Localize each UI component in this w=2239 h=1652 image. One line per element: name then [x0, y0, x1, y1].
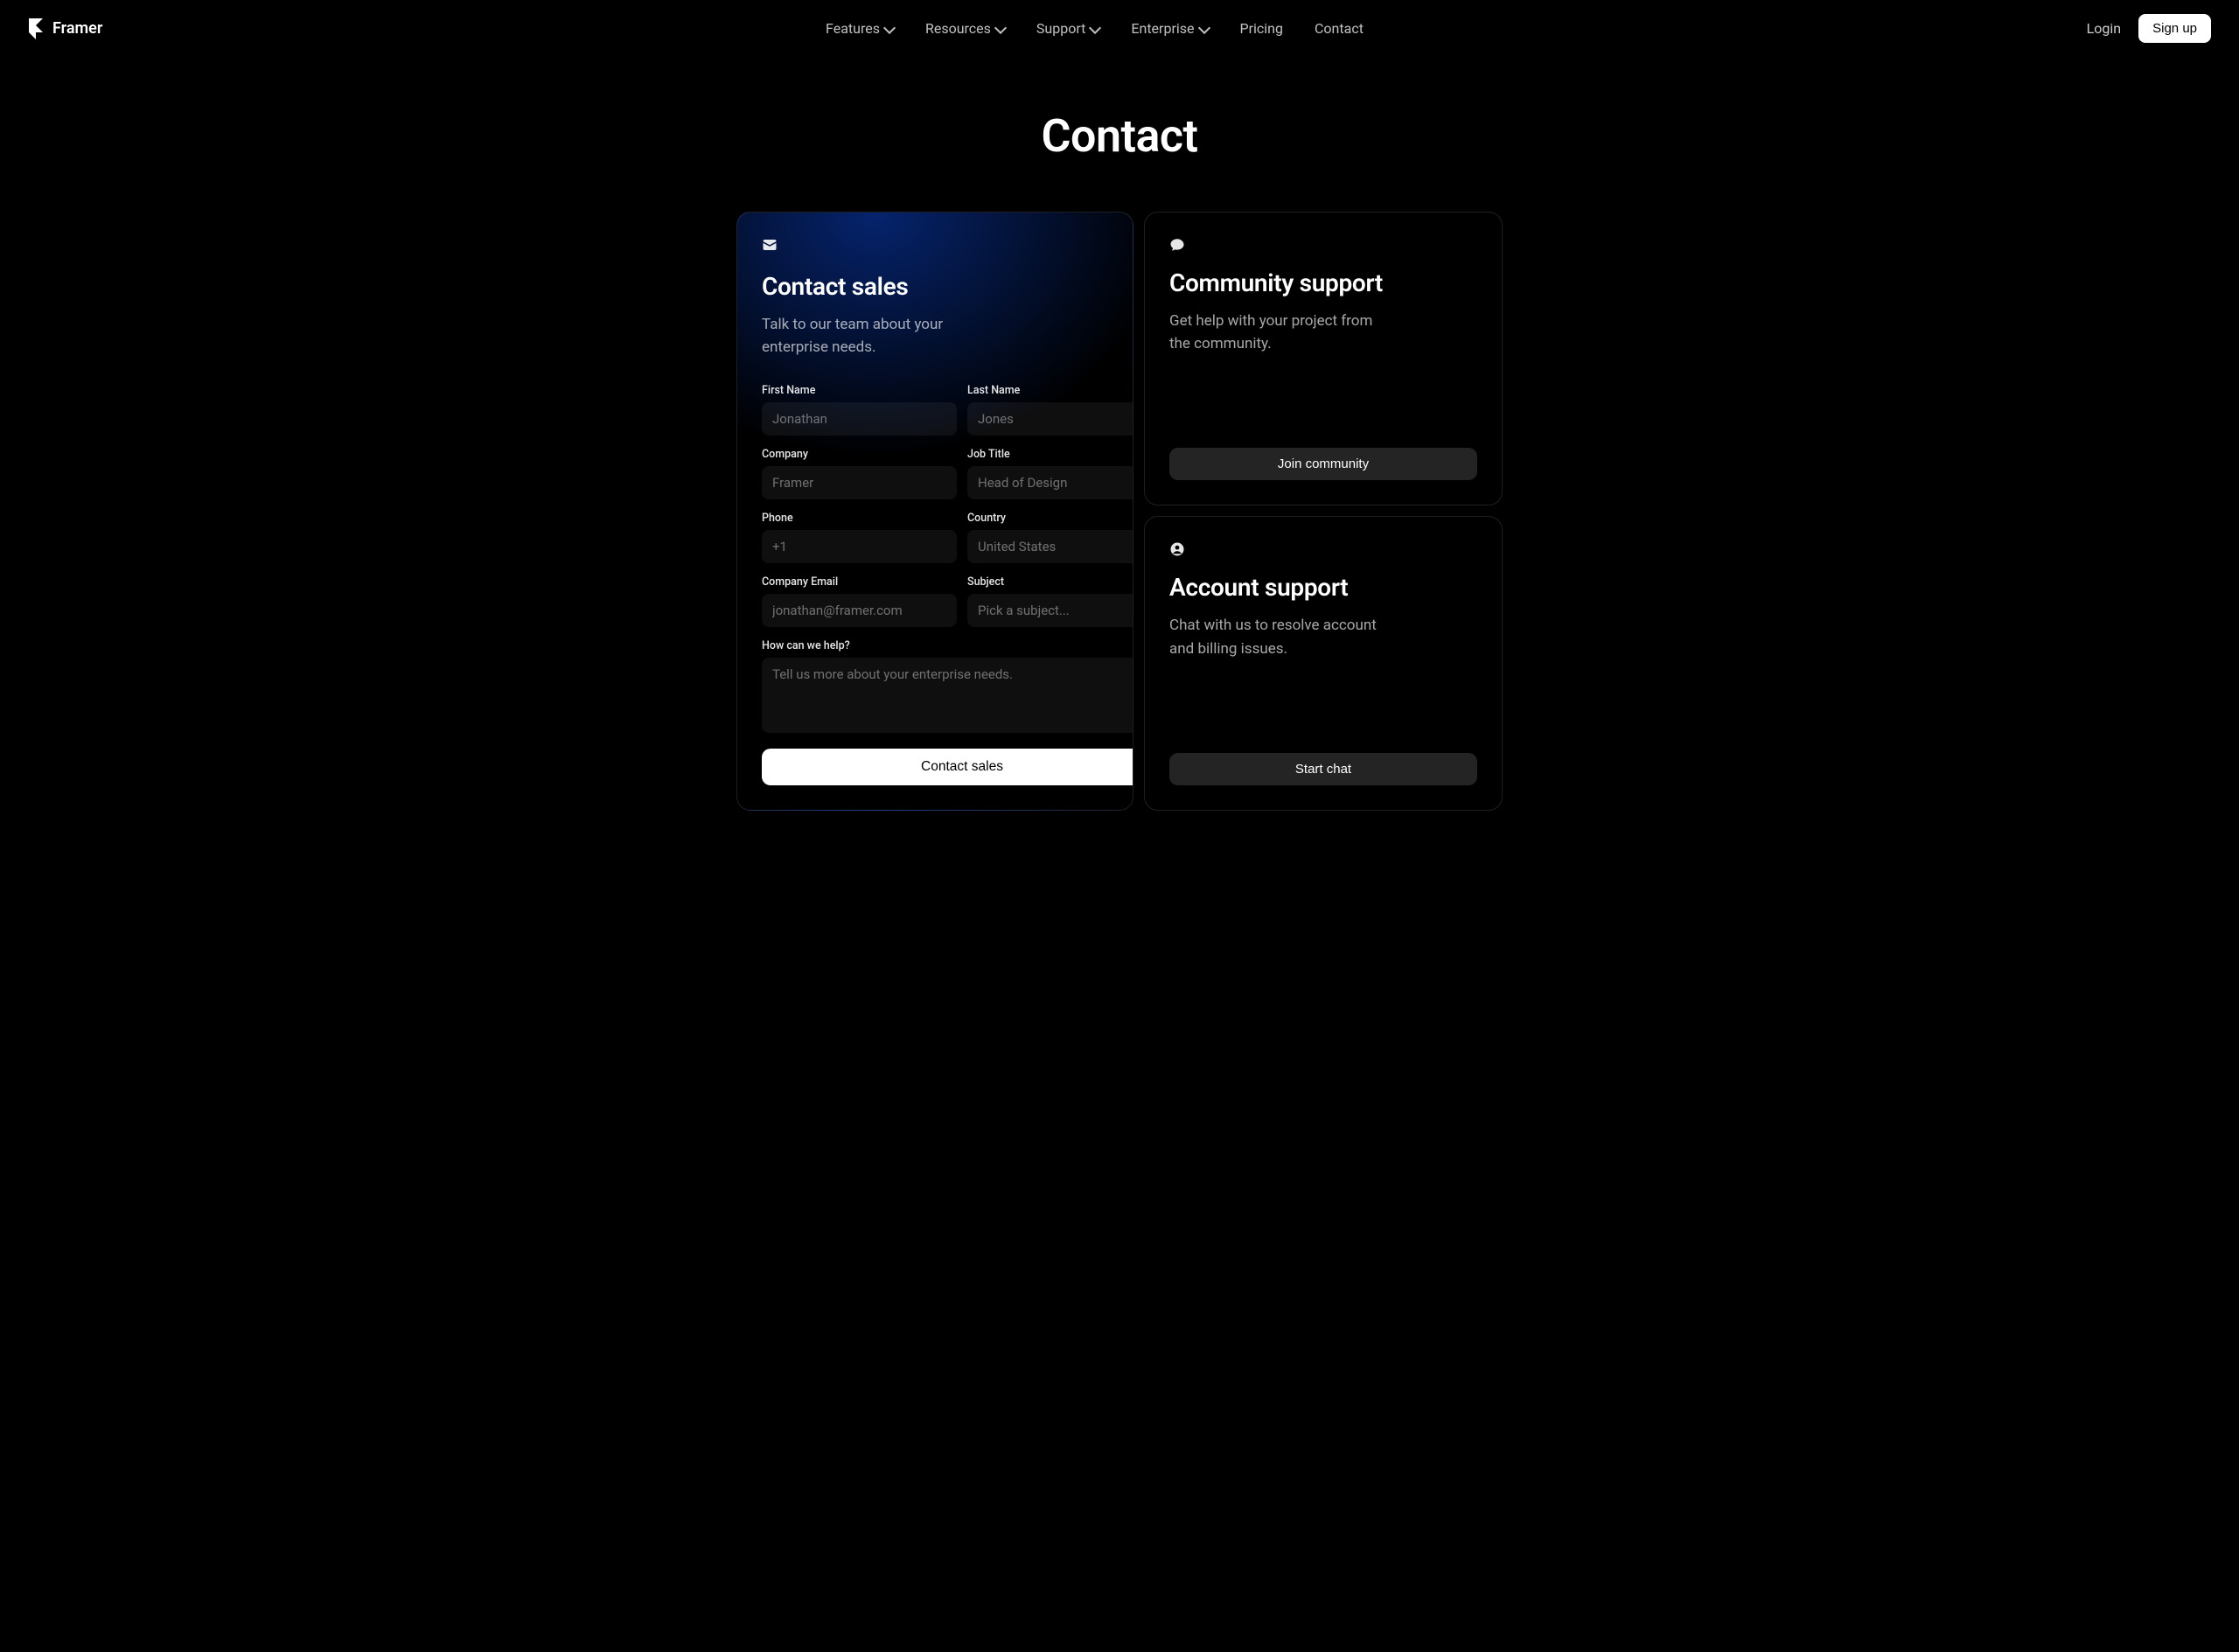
site-header: Framer Features Resources Support Enterp… — [0, 0, 2239, 57]
phone-input[interactable] — [762, 530, 957, 563]
nav-resources[interactable]: Resources — [925, 20, 1005, 37]
chevron-down-icon — [1197, 21, 1210, 33]
join-community-button[interactable]: Join community — [1169, 448, 1477, 480]
field-email: Company Email — [762, 575, 957, 627]
card-title: Community support — [1169, 268, 1477, 297]
field-first-name: First Name — [762, 384, 957, 436]
nav-label: Support — [1036, 20, 1085, 37]
nav-label: Features — [826, 20, 880, 37]
card-title: Contact sales — [762, 272, 1108, 301]
header-actions: Login Sign up — [2087, 14, 2211, 43]
email-input[interactable] — [762, 594, 957, 627]
label: Last Name — [967, 384, 1133, 397]
envelope-icon — [762, 237, 778, 253]
card-title: Account support — [1169, 573, 1477, 602]
label: First Name — [762, 384, 957, 397]
account-support-card: Account support Chat with us to resolve … — [1144, 516, 1503, 810]
chat-bubble-icon — [1169, 237, 1185, 253]
brand-name: Framer — [52, 19, 102, 38]
field-phone: Phone — [762, 512, 957, 563]
label: Company Email — [762, 575, 957, 589]
contact-sales-button[interactable]: Contact sales — [762, 749, 1133, 785]
nav-enterprise[interactable]: Enterprise — [1131, 20, 1208, 37]
label: Country — [967, 512, 1133, 525]
card-description: Chat with us to resolve account and bill… — [1169, 614, 1397, 660]
user-circle-icon — [1169, 541, 1185, 557]
page-title: Contact — [0, 109, 2239, 163]
card-description: Talk to our team about your enterprise n… — [762, 313, 989, 359]
label: Subject — [967, 575, 1133, 589]
first-name-input[interactable] — [762, 402, 957, 436]
last-name-input[interactable] — [967, 402, 1133, 436]
nav-label: Contact — [1315, 20, 1364, 37]
signup-button[interactable]: Sign up — [2138, 14, 2211, 43]
label: Company — [762, 448, 957, 461]
chevron-down-icon — [994, 21, 1007, 33]
field-help: How can we help? — [762, 639, 1133, 733]
help-textarea[interactable] — [762, 658, 1133, 733]
label: Phone — [762, 512, 957, 525]
label: Job Title — [967, 448, 1133, 461]
nav-features[interactable]: Features — [826, 20, 894, 37]
company-input[interactable] — [762, 466, 957, 499]
nav-contact[interactable]: Contact — [1315, 20, 1364, 37]
job-title-input[interactable] — [967, 466, 1133, 499]
field-last-name: Last Name — [967, 384, 1133, 436]
chevron-down-icon — [1089, 21, 1101, 33]
field-company: Company — [762, 448, 957, 499]
card-description: Get help with your project from the comm… — [1169, 310, 1397, 356]
contact-cards: Contact sales Talk to our team about you… — [638, 212, 1601, 811]
nav-label: Enterprise — [1131, 20, 1194, 37]
subject-select[interactable]: Pick a subject... — [967, 594, 1133, 627]
nav-pricing[interactable]: Pricing — [1240, 20, 1284, 37]
nav-support[interactable]: Support — [1036, 20, 1099, 37]
country-input[interactable] — [967, 530, 1133, 563]
contact-sales-card: Contact sales Talk to our team about you… — [736, 212, 1133, 811]
community-support-card: Community support Get help with your pro… — [1144, 212, 1503, 505]
subject-select-wrap: Pick a subject... — [967, 594, 1133, 627]
sales-form: First Name Last Name Company Job Title P… — [762, 384, 1108, 785]
label: How can we help? — [762, 639, 1133, 652]
field-subject: Subject Pick a subject... — [967, 575, 1133, 627]
nav-label: Pricing — [1240, 20, 1284, 37]
brand-logo[interactable]: Framer — [28, 18, 102, 39]
nav-label: Resources — [925, 20, 991, 37]
chevron-down-icon — [883, 21, 896, 33]
framer-logo-icon — [28, 18, 44, 39]
primary-nav: Features Resources Support Enterprise Pr… — [137, 20, 2051, 37]
login-link[interactable]: Login — [2087, 20, 2121, 37]
start-chat-button[interactable]: Start chat — [1169, 753, 1477, 785]
field-job-title: Job Title — [967, 448, 1133, 499]
field-country: Country — [967, 512, 1133, 563]
